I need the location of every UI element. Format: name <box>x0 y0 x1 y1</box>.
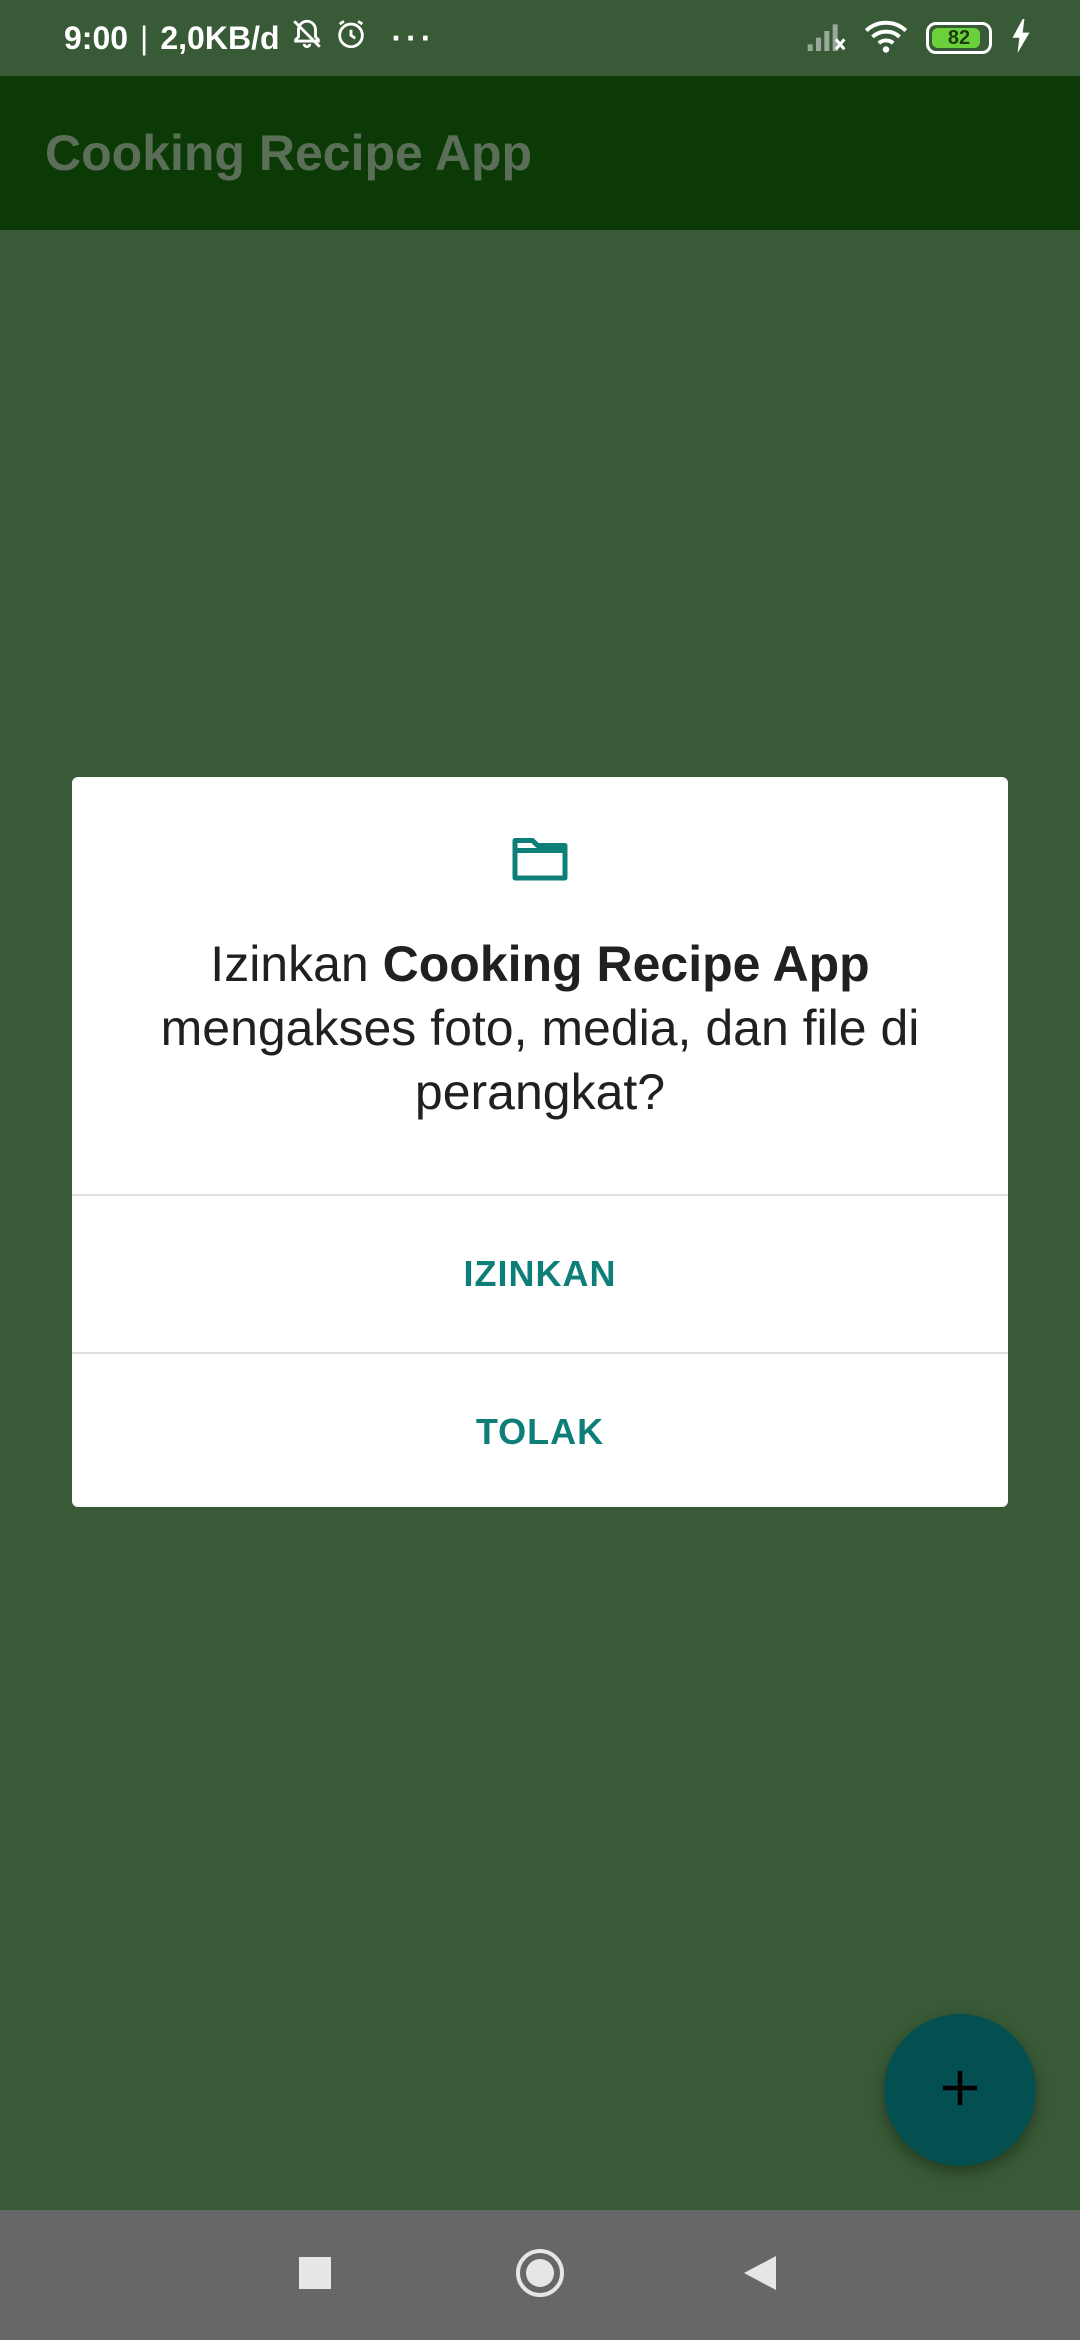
status-bar: 9:00 | 2,0KB/d ··· 82 <box>0 0 1080 76</box>
charging-icon <box>1010 18 1032 58</box>
notifications-off-icon <box>290 17 324 59</box>
deny-button[interactable]: TOLAK <box>72 1354 1008 1507</box>
home-circle-icon <box>514 2247 566 2304</box>
status-left: 9:00 | 2,0KB/d ··· <box>64 0 435 76</box>
folder-icon <box>510 833 570 888</box>
permission-dialog: Izinkan Cooking Recipe App mengakses fot… <box>72 777 1008 1507</box>
back-triangle-icon <box>742 2254 778 2297</box>
status-separator: | <box>140 19 149 56</box>
recents-square-icon <box>299 2256 331 2294</box>
message-prefix: Izinkan <box>210 936 383 992</box>
status-time: 9:00 <box>64 19 129 56</box>
allow-button[interactable]: IZINKAN <box>72 1196 1008 1352</box>
battery-icon: 82 <box>926 22 992 54</box>
status-right: 82 <box>806 0 1032 76</box>
recents-button[interactable] <box>265 2210 365 2340</box>
add-recipe-button[interactable] <box>884 2014 1036 2166</box>
alarm-icon <box>334 17 368 59</box>
message-suffix: mengakses foto, media, dan file di peran… <box>160 1000 920 1120</box>
plus-icon <box>937 2065 983 2116</box>
battery-level: 82 <box>947 26 971 49</box>
app-title: Cooking Recipe App <box>45 125 533 181</box>
dialog-message: Izinkan Cooking Recipe App mengakses fot… <box>112 932 968 1124</box>
navigation-bar <box>0 2210 1080 2340</box>
wifi-icon <box>864 18 908 59</box>
network-speed: 2,0KB/d <box>160 19 280 56</box>
cell-signal-off-icon <box>806 19 846 58</box>
app-bar: Cooking Recipe App <box>0 76 1080 230</box>
message-app-name: Cooking Recipe App <box>382 936 870 992</box>
more-indicator: ··· <box>391 19 436 56</box>
home-button[interactable] <box>490 2210 590 2340</box>
back-button[interactable] <box>710 2210 810 2340</box>
